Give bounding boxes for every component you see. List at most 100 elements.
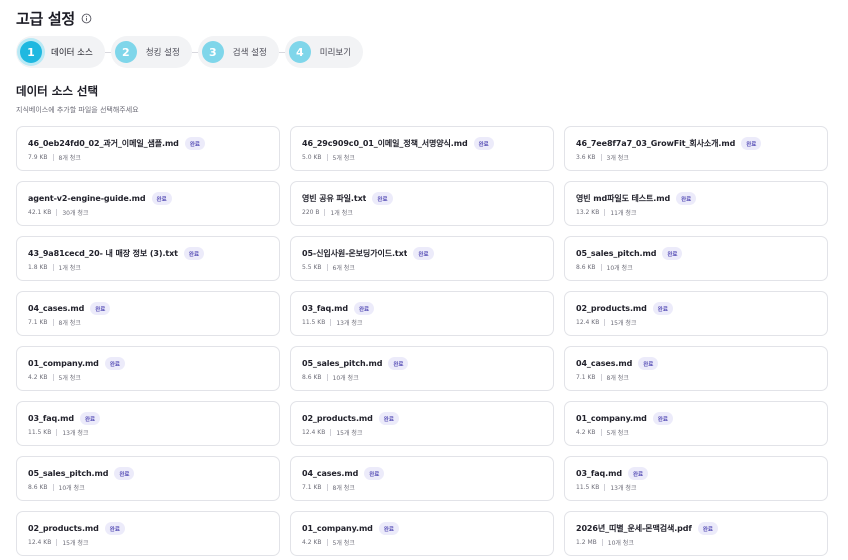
meta-divider	[326, 539, 328, 546]
file-name: 01_company.md	[302, 524, 373, 533]
chunk-count: 10개 청크	[606, 265, 633, 272]
stepper: 1 데이터 소스 2 청킹 설정 3 검색 설정 4 미리보기	[16, 36, 832, 68]
status-badge: 완료	[378, 522, 399, 535]
file-meta: 3.6 KB 3개 청크	[576, 153, 816, 162]
file-meta: 1.8 KB 1개 청크	[28, 263, 268, 272]
meta-divider	[326, 374, 328, 381]
file-size: 4.2 KB	[28, 374, 48, 381]
file-card[interactable]: agent-v2-engine-guide.md 완료 42.1 KB 30개 청크	[16, 181, 280, 226]
meta-divider	[600, 154, 602, 161]
step-chunking[interactable]: 2 청킹 설정	[110, 36, 192, 68]
info-circle-icon[interactable]	[81, 13, 92, 24]
file-card-header: 03_faq.md 완료	[302, 302, 542, 315]
meta-divider	[52, 154, 54, 161]
file-size: 12.4 KB	[576, 319, 600, 326]
chunk-count: 13개 청크	[336, 320, 363, 327]
file-card[interactable]: 04_cases.md 완료 7.1 KB 8개 청크	[16, 291, 280, 336]
file-meta: 7.1 KB 8개 청크	[28, 318, 268, 327]
chunk-count: 10개 청크	[58, 485, 85, 492]
status-badge: 완료	[104, 357, 125, 370]
file-size: 42.1 KB	[28, 209, 52, 216]
file-card[interactable]: 46_7ee8f7a7_03_GrowFit_회사소개.md 완료 3.6 KB 3개…	[564, 126, 828, 171]
file-card[interactable]: 01_company.md 완료 4.2 KB 5개 청크	[564, 401, 828, 446]
file-name: 01_company.md	[576, 414, 647, 423]
file-meta: 8.6 KB 10개 청크	[302, 373, 542, 382]
file-card[interactable]: 04_cases.md 완료 7.1 KB 8개 청크	[564, 346, 828, 391]
file-card[interactable]: 04_cases.md 완료 7.1 KB 8개 청크	[290, 456, 554, 501]
file-name: 05_sales_pitch.md	[576, 249, 657, 258]
file-meta: 1.2 MB 10개 청크	[576, 538, 816, 547]
file-name: 05-신입사원-온보딩가이드.txt	[302, 249, 408, 258]
chunk-count: 11개 청크	[610, 210, 637, 217]
chunk-count: 5개 청크	[58, 375, 81, 382]
file-card-header: 04_cases.md 완료	[302, 467, 542, 480]
chunk-count: 10개 청크	[607, 540, 634, 547]
file-card-header: 03_faq.md 완료	[28, 412, 268, 425]
meta-divider	[604, 484, 606, 491]
file-card[interactable]: 03_faq.md 완료 11.5 KB 13개 청크	[290, 291, 554, 336]
title-row: 고급 설정	[16, 0, 832, 34]
advanced-settings-page: 고급 설정 1 데이터 소스 2 청킹 설정 3 검색 설정 4 미리보기 데이…	[0, 0, 848, 560]
meta-divider	[56, 429, 58, 436]
chunk-count: 13개 청크	[610, 485, 637, 492]
file-card-header: 04_cases.md 완료	[28, 302, 268, 315]
file-card[interactable]: 영빈 공유 파일.txt 완료 220 B 1개 청크	[290, 181, 554, 226]
file-card-header: 01_company.md 완료	[576, 412, 816, 425]
step-label: 검색 설정	[232, 48, 267, 58]
meta-divider	[326, 154, 328, 161]
file-meta: 13.2 KB 11개 청크	[576, 208, 816, 217]
file-size: 8.6 KB	[28, 484, 48, 491]
file-card[interactable]: 02_products.md 완료 12.4 KB 15개 청크	[564, 291, 828, 336]
file-card[interactable]: 05_sales_pitch.md 완료 8.6 KB 10개 청크	[290, 346, 554, 391]
file-card[interactable]: 05_sales_pitch.md 완료 8.6 KB 10개 청크	[16, 456, 280, 501]
meta-divider	[52, 264, 54, 271]
section-subtitle: 지식베이스에 추가할 파일을 선택해주세요	[16, 106, 139, 114]
file-card[interactable]: 05-신입사원-온보딩가이드.txt 완료 5.5 KB 6개 청크	[290, 236, 554, 281]
step-data-source[interactable]: 1 데이터 소스	[16, 36, 105, 68]
meta-divider	[52, 319, 54, 326]
status-badge: 완료	[184, 137, 205, 150]
section-title: 데이터 소스 선택	[16, 84, 99, 98]
file-card[interactable]: 영빈 md파일도 테스트.md 완료 13.2 KB 11개 청크	[564, 181, 828, 226]
file-card-header: 영빈 공유 파일.txt 완료	[302, 192, 542, 205]
file-size: 8.6 KB	[576, 264, 596, 271]
step-search[interactable]: 3 검색 설정	[197, 36, 279, 68]
file-card-header: 05_sales_pitch.md 완료	[576, 247, 816, 260]
meta-divider	[600, 264, 602, 271]
meta-divider	[604, 209, 606, 216]
file-card-header: 46_29c909c0_01_이메일_정책_서명양식.md 완료	[302, 137, 542, 150]
file-card[interactable]: 03_faq.md 완료 11.5 KB 13개 청크	[564, 456, 828, 501]
file-card[interactable]: 02_products.md 완료 12.4 KB 15개 청크	[290, 401, 554, 446]
chunk-count: 5개 청크	[332, 155, 355, 162]
file-card[interactable]: 46_29c909c0_01_이메일_정책_서명양식.md 완료 5.0 KB 5개 …	[290, 126, 554, 171]
step-divider	[278, 51, 285, 53]
status-badge: 완료	[151, 192, 172, 205]
file-meta: 8.6 KB 10개 청크	[28, 483, 268, 492]
file-name: agent-v2-engine-guide.md	[28, 194, 146, 203]
status-badge: 완료	[662, 247, 683, 260]
file-name: 03_faq.md	[28, 414, 74, 423]
status-badge: 완료	[183, 247, 205, 260]
status-badge: 완료	[697, 522, 718, 535]
file-card[interactable]: 03_faq.md 완료 11.5 KB 13개 청크	[16, 401, 280, 446]
status-badge: 완료	[627, 467, 649, 480]
file-card[interactable]: 2026년_띠별_운세-몬맥검색.pdf 완료 1.2 MB 10개 청크	[564, 511, 828, 556]
chunk-count: 8개 청크	[332, 485, 355, 492]
file-card[interactable]: 43_9a81cecd_20- 내 매장 정보 (3).txt 완료 1.8 KB 1…	[16, 236, 280, 281]
file-card[interactable]: 02_products.md 완료 12.4 KB 15개 청크	[16, 511, 280, 556]
file-size: 8.6 KB	[302, 374, 322, 381]
file-name: 04_cases.md	[28, 304, 85, 313]
status-badge: 완료	[652, 412, 673, 425]
file-card[interactable]: 01_company.md 완료 4.2 KB 5개 청크	[16, 346, 280, 391]
file-card[interactable]: 46_0eb24fd0_02_과거_이메일_샘플.md 완료 7.9 KB 8개 청크	[16, 126, 280, 171]
step-preview[interactable]: 4 미리보기	[284, 36, 364, 68]
file-card[interactable]: 01_company.md 완료 4.2 KB 5개 청크	[290, 511, 554, 556]
file-name: 영빈 md파일도 테스트.md	[576, 194, 671, 203]
meta-divider	[326, 484, 328, 491]
file-card[interactable]: 05_sales_pitch.md 완료 8.6 KB 10개 청크	[564, 236, 828, 281]
status-badge: 완료	[638, 357, 659, 370]
step-number: 3	[201, 41, 224, 63]
file-card-header: 43_9a81cecd_20- 내 매장 정보 (3).txt 완료	[28, 247, 268, 260]
file-card-header: 영빈 md파일도 테스트.md 완료	[576, 192, 816, 205]
step-number: 2	[114, 41, 137, 63]
